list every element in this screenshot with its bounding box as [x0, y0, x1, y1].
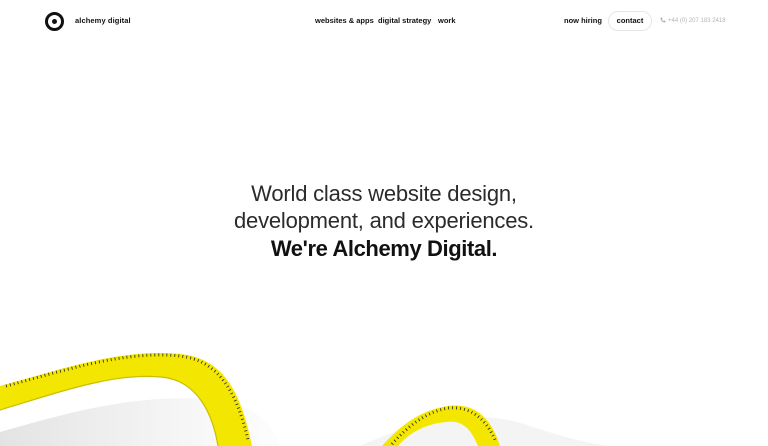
hero-line-1: World class website design,	[251, 181, 517, 206]
measuring-tape-graphic	[0, 352, 610, 446]
nav-websites-apps[interactable]: websites & apps	[315, 16, 374, 25]
nav-digital-strategy[interactable]: digital strategy	[378, 16, 431, 25]
hero-section: World class website design, development,…	[0, 180, 768, 263]
phone-link[interactable]: +44 (0) 207 183 2418	[660, 17, 726, 24]
hero-tagline: We're Alchemy Digital.	[270, 236, 498, 261]
nav-work[interactable]: work	[438, 16, 456, 25]
brand-name[interactable]: alchemy digital	[75, 16, 131, 25]
hero-line-2: development, and experiences.	[234, 208, 534, 233]
now-hiring-link[interactable]: now hiring	[564, 16, 602, 25]
site-header: alchemy digital websites & apps digital …	[0, 0, 768, 44]
phone-number: +44 (0) 207 183 2418	[668, 18, 726, 24]
contact-button[interactable]: contact	[608, 11, 652, 31]
phone-icon	[660, 17, 666, 23]
target-logo-icon[interactable]	[45, 12, 64, 31]
